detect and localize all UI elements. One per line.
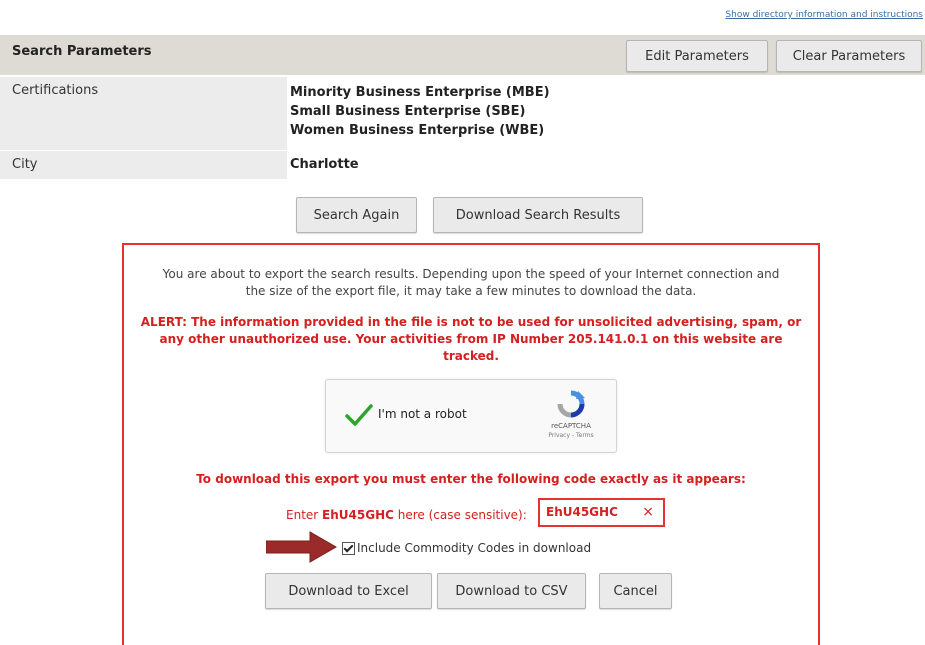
- code-prompt-suffix: here (case sensitive):: [397, 508, 527, 522]
- city-value: Charlotte: [290, 157, 359, 172]
- certifications-label-cell: Certifications: [0, 77, 287, 150]
- recaptcha-logo-icon: [557, 390, 585, 418]
- city-label-cell: City: [0, 151, 287, 179]
- export-message-line: the size of the export file, it may take…: [245, 284, 697, 298]
- code-prompt: Enter EhU45GHC here (case sensitive):: [286, 508, 527, 522]
- arrow-right-icon: [266, 531, 338, 563]
- certifications-label: Certifications: [12, 83, 99, 98]
- export-dialog: You are about to export the search resul…: [122, 243, 820, 645]
- search-again-button[interactable]: Search Again: [296, 197, 417, 233]
- search-parameters-header: Search Parameters Edit Parameters Clear …: [0, 35, 925, 75]
- city-label: City: [12, 157, 38, 172]
- export-message: You are about to export the search resul…: [124, 266, 818, 300]
- recaptcha-label: I'm not a robot: [378, 407, 467, 421]
- certification-value: Minority Business Enterprise (MBE): [290, 85, 550, 100]
- include-commodity-codes-checkbox[interactable]: [342, 541, 355, 555]
- include-commodity-codes-option[interactable]: Include Commodity Codes in download: [342, 541, 591, 555]
- download-excel-button[interactable]: Download to Excel: [265, 573, 432, 609]
- code-input[interactable]: EhU45GHC ×: [538, 498, 665, 527]
- checkmark-icon[interactable]: [344, 402, 374, 428]
- recaptcha-brand: reCAPTCHA: [551, 422, 591, 430]
- code-input-value[interactable]: EhU45GHC: [546, 505, 618, 519]
- download-csv-button[interactable]: Download to CSV: [437, 573, 586, 609]
- recaptcha-widget[interactable]: I'm not a robot reCAPTCHA Privacy - Term…: [325, 379, 617, 453]
- verification-code: EhU45GHC: [322, 508, 394, 522]
- directory-info-link[interactable]: Show directory information and instructi…: [725, 10, 923, 20]
- alert-line: tracked.: [443, 349, 499, 363]
- certifications-values: Minority Business Enterprise (MBE) Small…: [290, 83, 550, 140]
- edit-parameters-button[interactable]: Edit Parameters: [626, 40, 768, 72]
- include-commodity-codes-label[interactable]: Include Commodity Codes in download: [357, 541, 591, 555]
- clear-input-icon[interactable]: ×: [642, 504, 654, 520]
- cancel-button[interactable]: Cancel: [599, 573, 672, 609]
- code-prompt-prefix: Enter: [286, 508, 319, 522]
- recaptcha-terms-link[interactable]: Privacy - Terms: [545, 432, 597, 439]
- alert-line: ALERT: The information provided in the f…: [140, 315, 802, 329]
- download-search-results-button[interactable]: Download Search Results: [433, 197, 643, 233]
- alert-line: any other unauthorized use. Your activit…: [159, 332, 783, 346]
- search-parameters-title: Search Parameters: [12, 44, 152, 59]
- alert-message: ALERT: The information provided in the f…: [124, 314, 818, 365]
- clear-parameters-button[interactable]: Clear Parameters: [776, 40, 922, 72]
- export-message-line: You are about to export the search resul…: [162, 267, 780, 281]
- certification-value: Women Business Enterprise (WBE): [290, 123, 545, 138]
- certification-value: Small Business Enterprise (SBE): [290, 104, 526, 119]
- code-instruction: To download this export you must enter t…: [196, 472, 746, 486]
